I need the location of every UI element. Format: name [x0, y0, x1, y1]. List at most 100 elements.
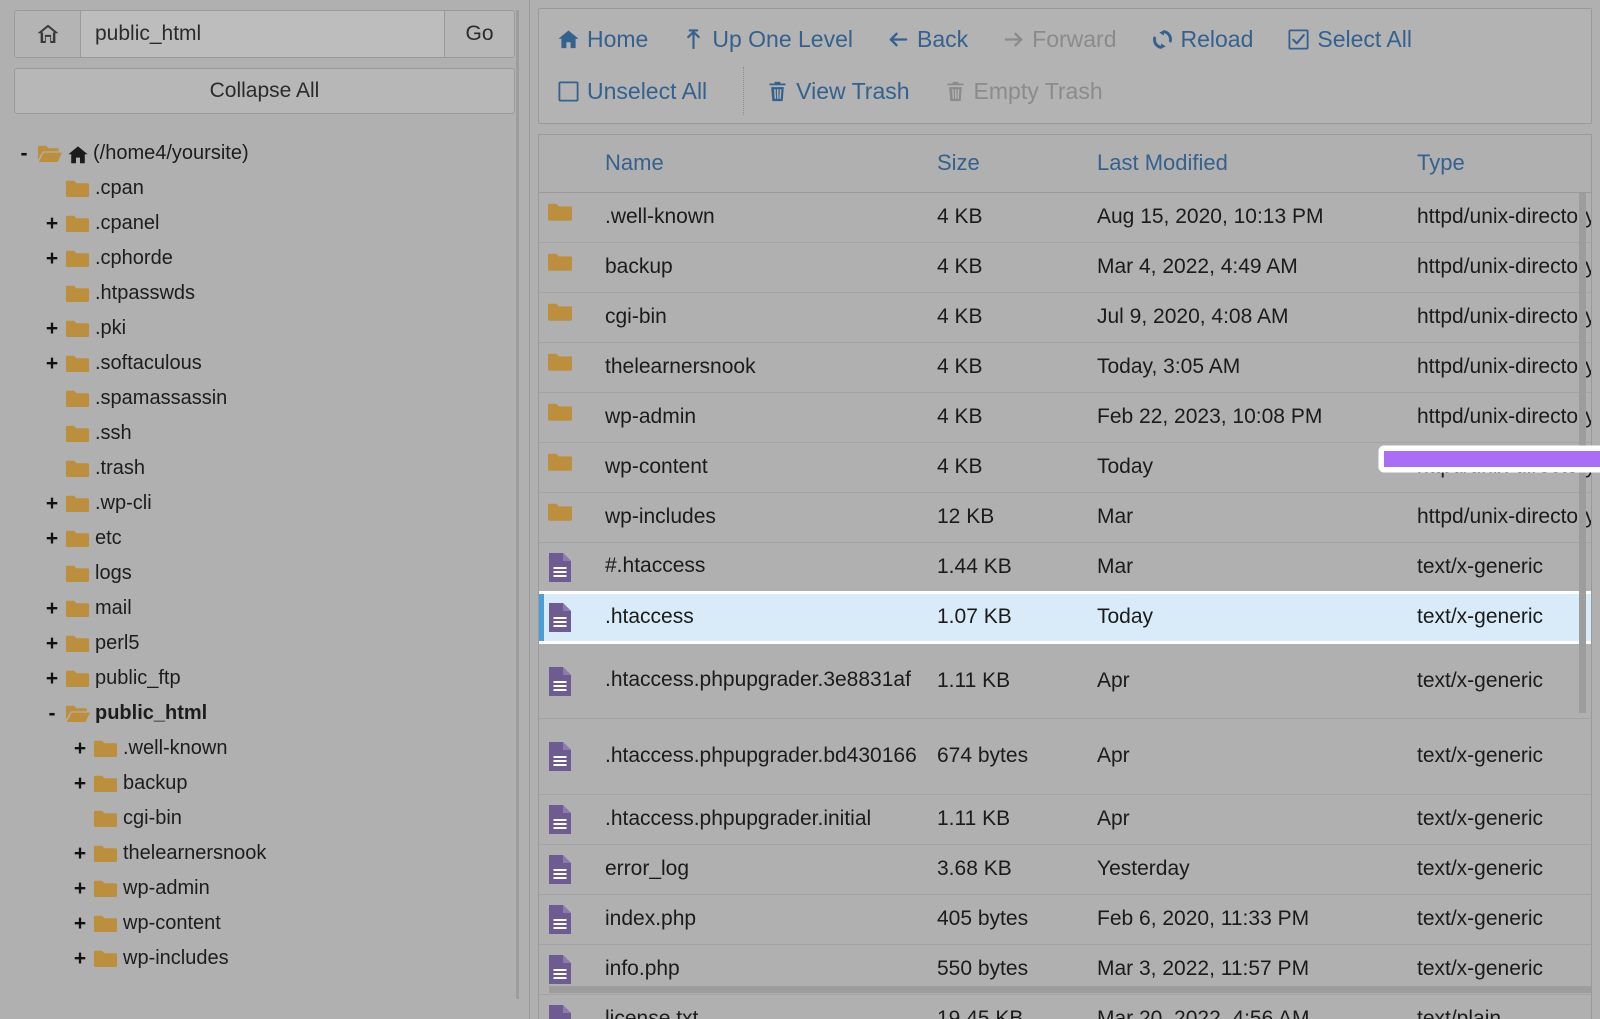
cell-name[interactable]: .htaccess.phpupgrader.initial: [539, 794, 929, 844]
table-row[interactable]: thelearnersnook 4 KB Today, 3:05 AM httpd/u…: [539, 342, 1591, 392]
tree-node[interactable]: + backup: [14, 766, 515, 801]
toolbar-button-select-all[interactable]: Select All: [1287, 26, 1412, 53]
table-row[interactable]: backup 4 KB Mar 4, 2022, 4:49 AM httpd/unix…: [539, 242, 1591, 292]
tree-expand-toggle[interactable]: +: [70, 877, 90, 901]
home-icon-button[interactable]: [15, 11, 81, 57]
folder-icon: [65, 249, 90, 268]
tree-node[interactable]: + .wp-cli: [14, 486, 515, 521]
cell-name[interactable]: license.txt: [539, 994, 929, 1019]
toolbar-button-back[interactable]: Back: [887, 26, 968, 53]
tree-expand-toggle[interactable]: +: [42, 667, 62, 691]
tree-node[interactable]: + etc: [14, 521, 515, 556]
cell-name[interactable]: .htaccess.phpupgrader.3e8831af: [539, 642, 929, 718]
tree-node[interactable]: + wp-content: [14, 906, 515, 941]
tree-expand-toggle[interactable]: +: [42, 492, 62, 516]
table-row[interactable]: license.txt 19.45 KB Mar 20, 2022, 4:56 AM…: [539, 994, 1591, 1019]
tree-expand-toggle[interactable]: +: [42, 597, 62, 621]
tree-node[interactable]: .trash: [14, 451, 515, 486]
toolbar-button-unselect-all[interactable]: Unselect All: [557, 78, 707, 105]
tree-expand-toggle[interactable]: +: [42, 317, 62, 341]
folder-icon: [547, 452, 573, 482]
tree-node[interactable]: .htpasswds: [14, 276, 515, 311]
tree-node[interactable]: + wp-admin: [14, 871, 515, 906]
cell-name[interactable]: error_log: [539, 844, 929, 894]
toolbar-button-view-trash[interactable]: View Trash: [766, 78, 910, 105]
tree-node[interactable]: .spamassassin: [14, 381, 515, 416]
path-input[interactable]: [81, 11, 444, 57]
toolbar-button-up-one-level[interactable]: Up One Level: [682, 26, 853, 53]
table-row[interactable]: wp-content 4 KB Today httpd/unix-directory: [539, 442, 1591, 492]
tree-node[interactable]: + mail: [14, 591, 515, 626]
tree-node[interactable]: + wp-includes: [14, 941, 515, 976]
tree-collapse-toggle[interactable]: -: [14, 142, 34, 166]
folder-icon: [93, 879, 118, 898]
tree-expand-toggle[interactable]: +: [70, 772, 90, 796]
tree-node[interactable]: logs: [14, 556, 515, 591]
tree-node[interactable]: - public_html: [14, 696, 515, 731]
tree-expand-toggle[interactable]: +: [42, 632, 62, 656]
tree-node[interactable]: + perl5: [14, 626, 515, 661]
tree-node[interactable]: .ssh: [14, 416, 515, 451]
tree-node[interactable]: - (/home4/yoursite): [14, 136, 515, 171]
toolbar-button-reload[interactable]: Reload: [1151, 26, 1253, 53]
cell-name[interactable]: .htaccess.phpupgrader.bd430166: [539, 718, 929, 794]
column-header-modified[interactable]: Last Modified: [1089, 135, 1409, 193]
folder-icon: [65, 354, 90, 373]
tree-node[interactable]: + .well-known: [14, 731, 515, 766]
cell-name[interactable]: cgi-bin: [539, 292, 929, 342]
tree-expand-toggle[interactable]: +: [70, 842, 90, 866]
tree-collapse-toggle[interactable]: -: [42, 702, 62, 726]
column-header-type[interactable]: Type: [1409, 135, 1591, 193]
column-header-size[interactable]: Size: [929, 135, 1089, 193]
tree-node[interactable]: + .cphorde: [14, 241, 515, 276]
tree-expand-toggle[interactable]: +: [70, 912, 90, 936]
tree-node[interactable]: cgi-bin: [14, 801, 515, 836]
cell-name[interactable]: wp-includes: [539, 492, 929, 542]
horizontal-scrollbar[interactable]: [549, 986, 1591, 993]
table-row[interactable]: cgi-bin 4 KB Jul 9, 2020, 4:08 AM httpd/uni…: [539, 292, 1591, 342]
tree-node[interactable]: .cpan: [14, 171, 515, 206]
file-name-label: wp-admin: [605, 404, 697, 428]
table-row[interactable]: wp-includes 12 KB Mar httpd/unix-directory: [539, 492, 1591, 542]
cell-name[interactable]: backup: [539, 242, 929, 292]
tree-expand-toggle[interactable]: +: [42, 212, 62, 236]
cell-name[interactable]: .htaccess: [539, 592, 929, 642]
vertical-scrollbar[interactable]: [1579, 193, 1586, 713]
toolbar-button-home[interactable]: Home: [557, 26, 648, 53]
go-button[interactable]: Go: [444, 11, 514, 57]
column-header-name[interactable]: Name: [539, 135, 929, 193]
file-table: Name Size Last Modified Type .well-known…: [539, 135, 1591, 1019]
cell-name[interactable]: index.php: [539, 894, 929, 944]
cell-name[interactable]: #.htaccess: [539, 542, 929, 592]
table-row[interactable]: .htaccess 1.07 KB Today text/x-generic: [539, 592, 1591, 642]
table-row[interactable]: .htaccess.phpupgrader.bd430166 674 bytes A…: [539, 718, 1591, 794]
table-row[interactable]: #.htaccess 1.44 KB Mar text/x-generic: [539, 542, 1591, 592]
tree-node[interactable]: + .pki: [14, 311, 515, 346]
toolbar-divider: [743, 67, 745, 115]
tree-expand-toggle[interactable]: +: [42, 527, 62, 551]
tree-node[interactable]: + .softaculous: [14, 346, 515, 381]
table-row[interactable]: error_log 3.68 KB Yesterday text/x-generic: [539, 844, 1591, 894]
table-row[interactable]: .well-known 4 KB Aug 15, 2020, 10:13 PM htt…: [539, 192, 1591, 242]
table-row[interactable]: wp-admin 4 KB Feb 22, 2023, 10:08 PM httpd/…: [539, 392, 1591, 442]
table-row[interactable]: .htaccess.phpupgrader.initial 1.11 KB Apr t…: [539, 794, 1591, 844]
table-row[interactable]: .htaccess.phpupgrader.3e8831af 1.11 KB Apr…: [539, 642, 1591, 718]
tree-node[interactable]: + .cpanel: [14, 206, 515, 241]
cell-name[interactable]: .well-known: [539, 192, 929, 242]
cell-name[interactable]: thelearnersnook: [539, 342, 929, 392]
tree-expand-toggle[interactable]: +: [42, 352, 62, 376]
cell-name[interactable]: wp-admin: [539, 392, 929, 442]
collapse-all-button[interactable]: Collapse All: [14, 68, 515, 114]
cell-size: 19.45 KB: [937, 1007, 1024, 1019]
cell-name[interactable]: wp-content: [539, 442, 929, 492]
cell-last-modified: Yesterday: [1097, 857, 1190, 880]
tree-node-label: backup: [123, 772, 188, 794]
tree-expand-toggle[interactable]: +: [70, 947, 90, 971]
tree-node[interactable]: + thelearnersnook: [14, 836, 515, 871]
tree-expand-toggle[interactable]: +: [70, 737, 90, 761]
tree-node[interactable]: + public_ftp: [14, 661, 515, 696]
cell-type: text/x-generic: [1417, 907, 1544, 930]
tree-expand-toggle[interactable]: +: [42, 247, 62, 271]
panel-resize-handle[interactable]: [514, 0, 521, 1019]
table-row[interactable]: index.php 405 bytes Feb 6, 2020, 11:33 PM t…: [539, 894, 1591, 944]
